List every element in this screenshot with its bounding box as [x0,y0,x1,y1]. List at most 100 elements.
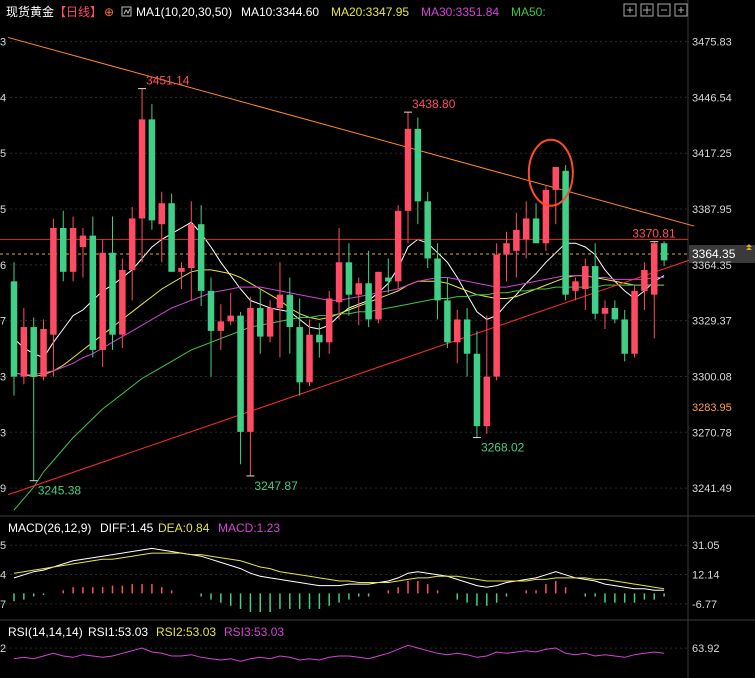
candle-body [355,283,362,295]
candle-body [207,290,215,331]
chart-background [0,0,755,678]
rsi-left-tick-label: 2 [0,643,6,655]
candle-body [591,266,599,314]
macd-dea: DEA:0.84 [158,521,210,535]
macd-title: MACD(26,12,9) [8,521,91,535]
candle-body [168,203,175,272]
price-tick-label: 3417.25 [692,148,732,160]
macd-left-tick-label: 5 [0,540,6,552]
candle-body [365,283,372,320]
candle-body [99,252,106,350]
price-tag-label: 3283.95 [692,402,732,414]
candle-body [148,119,156,221]
candle-body [286,294,294,328]
period-label: 【日线】 [54,5,102,19]
left-tick-label: 7 [0,316,6,328]
candle-body [572,281,579,291]
candle-body [40,328,47,377]
candle-body [385,277,392,282]
high-price-label: 3370.81 [632,227,676,241]
macd-left-tick-label: 7 [0,599,6,611]
left-tick-label: 3 [0,427,6,439]
candle-body [109,252,116,335]
macd-diff: DIFF:1.45 [100,521,154,535]
left-tick-label: 5 [0,148,6,160]
add-icon[interactable]: ⊕ [104,5,114,19]
candle-body [345,262,353,295]
candle-body [89,235,97,350]
candle-body [335,262,343,303]
candle-body [128,218,136,270]
candle-body [611,308,619,320]
candle-body [237,315,244,432]
candle-body [651,243,658,295]
price-tick-label: 3364.35 [692,260,732,272]
ma20-value: MA20:3347.95 [331,5,409,19]
left-tick-label: 9 [0,483,6,495]
candle-body [316,334,323,343]
low-price-label: 3247.87 [254,479,298,493]
candle-body [188,224,195,268]
candle-body [10,281,18,377]
price-tick-label: 3329.37 [692,316,732,328]
candle-body [493,254,500,377]
candle-body [641,269,648,291]
macd-left-tick-label: 4 [0,570,6,582]
candle-body [513,229,520,251]
candle-body [631,290,638,354]
left-tick-label: 6 [0,260,6,272]
candle-body [434,258,441,301]
candle-body [444,300,451,343]
candle-body [296,327,303,383]
ma10-value: MA10:3344.60 [241,5,319,19]
price-tick-label: 3241.49 [692,483,732,495]
candle-body [227,315,234,322]
candle-body [158,203,165,225]
candle-body [463,319,471,354]
chart-canvas: 现货黄金 【日线】 ⊕ MA1(10,20,30,50) MA10:3344.6… [0,0,755,678]
candle-body [257,308,264,337]
candle-body [394,210,402,282]
rsi2-value: RSI2:53.03 [156,625,216,639]
candle-body [473,353,481,427]
candle-body [562,170,569,295]
candle-body [20,327,28,377]
price-tick-label: 3300.08 [692,371,732,383]
candle-body [266,308,274,337]
candle-body [601,308,609,314]
candle-body [522,218,530,240]
rsi-tick-label: 63.92 [692,643,720,655]
candle-body [306,334,313,383]
candle-body [217,321,225,331]
rsi3-value: RSI3:53.03 [224,625,284,639]
high-price-label: 3451.14 [146,74,190,88]
left-tick-label: 3 [0,371,6,383]
candle-body [542,189,550,244]
candle-body [30,327,37,377]
candle-body [375,271,382,320]
candle-body [552,167,559,190]
candle-body [79,235,87,248]
ma-label: MA1(10,20,30,50) [136,5,232,19]
candle-body [454,319,461,343]
candle-body [178,268,185,272]
candle-body [621,319,628,354]
left-tick-label: 3 [0,37,6,49]
candle-body [404,128,412,211]
left-tick-label: 5 [0,204,6,216]
macd-tick-label: 12.14 [692,570,720,582]
candle-body [276,294,284,309]
rsi1-value: RSI1:53.03 [88,625,148,639]
macd-tick-label: 31.05 [692,540,720,552]
price-tick-label: 3446.54 [692,92,732,104]
candle-body [119,269,126,335]
symbol-title: 现货黄金 [6,4,54,19]
price-tick-label: 3475.83 [692,37,732,49]
low-price-label: 3268.02 [481,441,525,455]
ma30-value: MA30:3351.84 [421,5,499,19]
high-price-label: 3438.80 [412,97,456,111]
low-price-label: 3245.38 [38,484,82,498]
candle-body [532,218,540,244]
candle-body [660,243,668,261]
candle-body [325,298,333,343]
